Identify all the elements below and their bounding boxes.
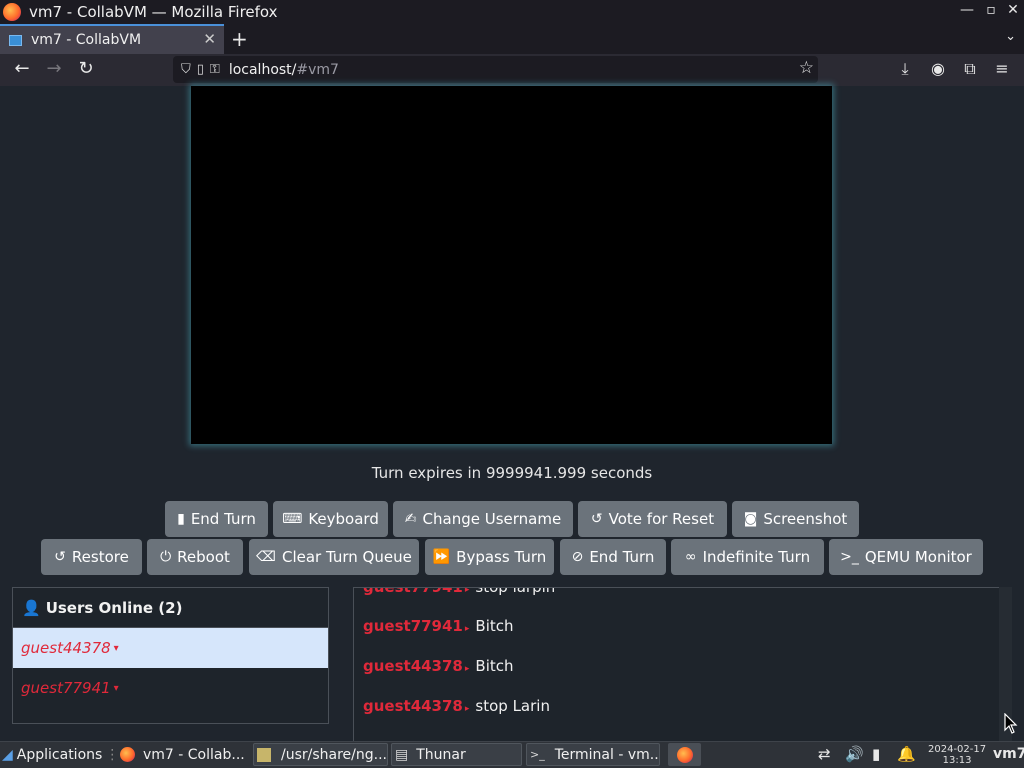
restore-button[interactable]: ↺ Restore [41, 539, 142, 575]
infinity-icon: ∞ [684, 549, 697, 565]
tab-vm7[interactable]: vm7 - CollabVM ✕ [0, 24, 224, 54]
chat-log[interactable]: guest77941 ▸ stop larpin guest77941 ▸ Bitch … [353, 587, 999, 742]
bookmark-star-icon[interactable]: ☆ [799, 58, 814, 78]
reboot-button[interactable]: ⏻ Reboot [147, 539, 243, 575]
page-info-icon[interactable]: ▯ [197, 62, 204, 77]
users-online-header: 👤 Users Online (2) [13, 588, 328, 628]
chat-message: guest77941 ▸ Bitch [363, 617, 514, 635]
shield-icon[interactable]: ⛉ [181, 62, 191, 77]
new-tab-plus-icon[interactable]: + [231, 27, 248, 51]
folder-icon: ▤ [395, 746, 409, 763]
firefox-icon [676, 746, 693, 763]
bypass-turn-button[interactable]: ⏩ Bypass Turn [425, 539, 554, 575]
chat-message: guest44378 ▸ stop Larin [363, 697, 550, 715]
applications-menu-button[interactable]: ◢ Applications ⋮ [2, 743, 119, 766]
back-arrow-icon[interactable]: ← [10, 58, 34, 82]
firefox-icon [3, 3, 21, 21]
window-titlebar: vm7 - CollabVM — Mozilla Firefox — ▫ ✕ [0, 0, 1024, 24]
close-window-icon[interactable]: ✕ [1004, 2, 1022, 18]
terminal-icon: >_ [530, 748, 545, 761]
firefox-icon [120, 747, 135, 762]
user-item-guest44378[interactable]: guest44378 ▾ [13, 628, 328, 668]
collabvm-favicon-icon [9, 34, 22, 46]
url-bar[interactable]: ⛉ ▯ ⚿ localhost/#vm7 ☆ [173, 56, 818, 83]
end-turn-admin-button[interactable]: ⊘ End Turn [560, 539, 666, 575]
mouse-cursor-icon [1004, 713, 1018, 734]
forward-arrow-icon[interactable]: → [42, 58, 66, 82]
ban-icon: ⊘ [571, 549, 584, 565]
taskbar-item-terminal[interactable]: >_ Terminal - vm... [526, 743, 660, 766]
clock[interactable]: 2024-02-17 13:13 [928, 744, 986, 766]
volume-icon[interactable]: 🔊 [845, 745, 864, 763]
signature-icon: ✍ [404, 511, 417, 527]
turn-timer-text: Turn expires in 9999941.999 seconds [371, 464, 653, 482]
power-icon: ⏻ [160, 549, 172, 565]
indefinite-turn-button[interactable]: ∞ Indefinite Turn [671, 539, 824, 575]
taskbar-item-firefox[interactable]: vm7 - Collab... [116, 743, 249, 766]
keyboard-button[interactable]: ⌨ Keyboard [273, 501, 388, 537]
chat-message: guest44378 ▸ Bitch [363, 657, 514, 675]
network-icon[interactable]: ⇄ [818, 745, 831, 763]
terminal-icon: >_ [840, 549, 859, 565]
account-icon[interactable]: ◉ [927, 59, 949, 81]
menu-hamburger-icon[interactable]: ≡ [991, 59, 1013, 81]
chat-arrow-icon: ▸ [464, 704, 470, 714]
tab-list-chevron-down-icon[interactable]: ⌄ [1005, 29, 1016, 44]
end-turn-button[interactable]: ▮ End Turn [165, 501, 268, 537]
xfce-logo-icon: ◢ [2, 746, 13, 763]
battery-icon[interactable]: ▮ [872, 745, 880, 763]
vm-display[interactable] [191, 86, 832, 444]
tab-title: vm7 - CollabVM [31, 32, 142, 48]
minimize-icon[interactable]: — [958, 2, 976, 18]
clear-turn-queue-button[interactable]: ⌫ Clear Turn Queue [249, 539, 419, 575]
user-item-guest77941[interactable]: guest77941 ▾ [13, 668, 328, 708]
mouse-icon: ▮ [177, 511, 185, 527]
text-editor-icon [257, 747, 271, 762]
workspace-label[interactable]: vm7 [993, 746, 1024, 762]
users-online-panel: 👤 Users Online (2) guest44378 ▾ guest779… [12, 587, 329, 724]
url-text[interactable]: localhost/#vm7 [229, 62, 339, 78]
firefox-launcher[interactable] [668, 743, 701, 766]
change-username-button[interactable]: ✍ Change Username [393, 501, 573, 537]
taskbar-item-thunar[interactable]: ▤ Thunar [391, 743, 522, 766]
chat-arrow-icon: ▸ [464, 587, 470, 595]
chat-message: guest77941 ▸ stop larpin [363, 587, 556, 596]
maximize-icon[interactable]: ▫ [982, 2, 1000, 18]
qemu-monitor-button[interactable]: >_ QEMU Monitor [829, 539, 983, 575]
window-title: vm7 - CollabVM — Mozilla Firefox [29, 3, 278, 21]
fast-forward-icon: ⏩ [432, 549, 451, 565]
chat-arrow-icon: ▸ [464, 664, 470, 674]
vote-for-reset-button[interactable]: ↺ Vote for Reset [578, 501, 727, 537]
chat-arrow-icon: ▸ [464, 624, 470, 634]
reload-icon[interactable]: ↻ [74, 58, 98, 82]
caret-down-icon: ▾ [113, 682, 119, 694]
extensions-puzzle-icon[interactable]: ⧉ [959, 59, 981, 81]
caret-down-icon: ▾ [113, 642, 119, 654]
keyboard-icon: ⌨ [282, 511, 303, 527]
rotate-left-icon: ↺ [590, 511, 603, 527]
eraser-icon: ⌫ [256, 549, 276, 565]
rotate-left-icon: ↺ [54, 549, 66, 565]
notification-bell-icon[interactable]: 🔔 [897, 745, 916, 763]
downloads-icon[interactable]: ⤓ [894, 59, 916, 81]
taskbar-item-editor[interactable]: /usr/share/ng... [253, 743, 388, 766]
key-icon[interactable]: ⚿ [210, 62, 220, 77]
camera-icon: ◙ [743, 511, 758, 527]
screenshot-button[interactable]: ◙ Screenshot [732, 501, 859, 537]
user-icon: 👤 [22, 598, 41, 617]
tab-close-icon[interactable]: ✕ [203, 30, 216, 48]
